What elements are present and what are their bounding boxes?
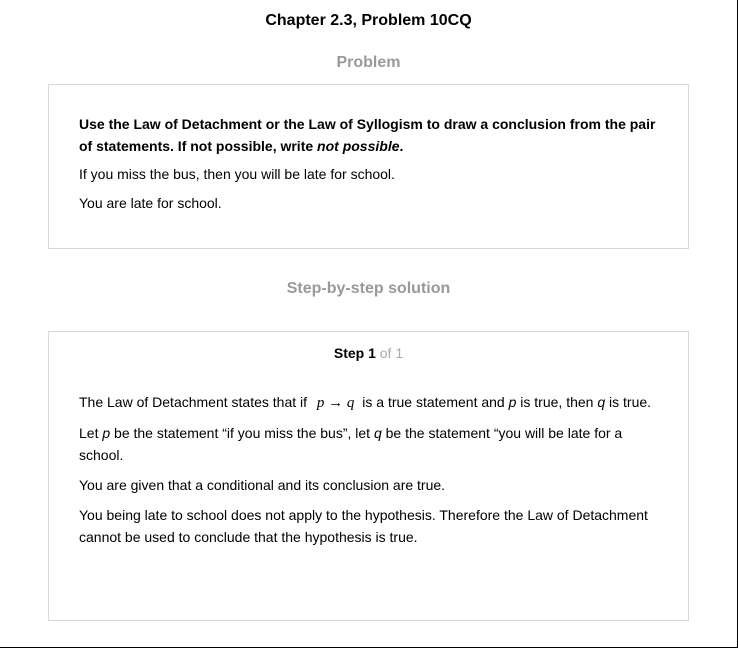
para1-text-c: is true, then <box>516 394 598 410</box>
step-total: of 1 <box>379 345 404 361</box>
implication-formula: p → q <box>316 395 355 411</box>
problem-box: Use the Law of Detachment or the Law of … <box>48 84 689 249</box>
solution-paragraph-4: You being late to school does not apply … <box>79 507 648 545</box>
solution-box: Step 1 of 1 The Law of Detachment states… <box>48 331 689 621</box>
step-number: Step 1 <box>333 345 376 361</box>
solution-heading: Step-by-step solution <box>286 280 451 297</box>
statement-1: If you miss the bus, then you will be la… <box>79 166 395 182</box>
instruction-emphasis: not possible <box>317 138 400 154</box>
para1-text-d: is true. <box>605 394 652 410</box>
instruction-end: . <box>399 138 404 154</box>
problem-heading: Problem <box>336 54 401 71</box>
var-p: p <box>102 425 111 441</box>
para1-text-b: is a true statement and <box>358 394 509 410</box>
statement-2: You are late for school. <box>79 195 222 211</box>
solution-paragraph-2: Let p be the statement “if you miss the … <box>79 422 658 466</box>
para2-text-b: be the statement “if you miss the bus”, … <box>110 425 374 441</box>
para1-text-a: The Law of Detachment states that if <box>79 394 311 410</box>
solution-paragraph-3: You are given that a conditional and its… <box>79 477 446 493</box>
para2-text-a: Let <box>79 425 103 441</box>
step-label: Step 1 of 1 <box>79 342 658 364</box>
page-title: Chapter 2.3, Problem 10CQ <box>265 12 472 29</box>
var-q: q <box>373 425 382 441</box>
var-q: q <box>597 394 606 410</box>
solution-paragraph-1: The Law of Detachment states that if p →… <box>79 391 658 414</box>
problem-instruction: Use the Law of Detachment or the Law of … <box>79 113 658 157</box>
